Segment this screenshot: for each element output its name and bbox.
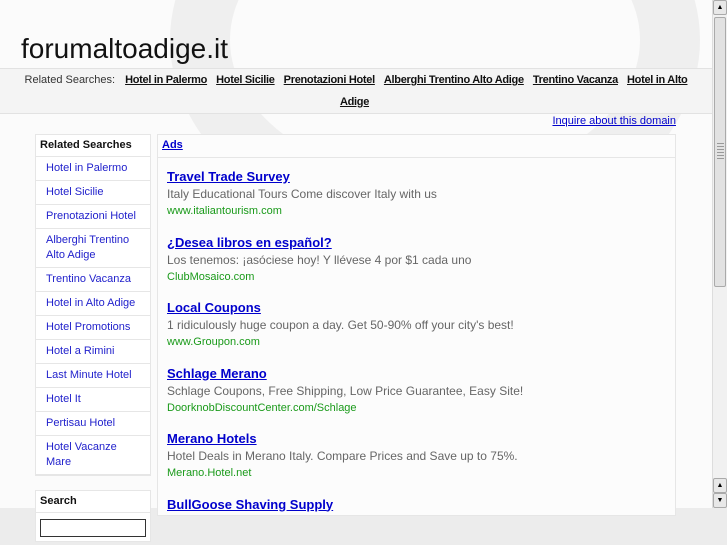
related-searches-bar: Related Searches: Hotel in Palermo Hotel… bbox=[0, 68, 712, 114]
ad-title[interactable]: Schlage Merano bbox=[167, 366, 666, 382]
scroll-up-arrow-icon[interactable]: ▲ bbox=[713, 478, 727, 493]
ad-title[interactable]: ¿Desea libros en español? bbox=[167, 235, 666, 251]
sidebar-item[interactable]: Hotel Sicilie bbox=[36, 181, 150, 205]
ad-item: BullGoose Shaving Supply bbox=[158, 497, 675, 513]
related-link[interactable]: Hotel in Palermo bbox=[125, 74, 207, 86]
search-title: Search bbox=[36, 491, 150, 513]
ad-url[interactable]: www.Groupon.com bbox=[167, 335, 666, 349]
sidebar-item[interactable]: Hotel a Rimini bbox=[36, 340, 150, 364]
ad-item: Local Coupons 1 ridiculously huge coupon … bbox=[158, 300, 675, 355]
scrollbar-thumb[interactable] bbox=[714, 17, 726, 287]
ad-item: Merano Hotels Hotel Deals in Merano Italy… bbox=[158, 431, 675, 486]
ad-item: Schlage Merano Schlage Coupons, Free Ship… bbox=[158, 366, 675, 421]
ad-title[interactable]: Local Coupons bbox=[167, 300, 666, 316]
ad-title[interactable]: Merano Hotels bbox=[167, 431, 666, 447]
scroll-up-arrow-icon[interactable]: ▲ bbox=[713, 0, 727, 15]
ad-url[interactable]: DoorknobDiscountCenter.com/Schlage bbox=[167, 401, 666, 415]
inquire-domain-link[interactable]: Inquire about this domain bbox=[552, 115, 676, 127]
related-link[interactable]: Prenotazioni Hotel bbox=[284, 74, 375, 86]
ad-url[interactable]: www.italiantourism.com bbox=[167, 204, 666, 218]
grip-icon bbox=[717, 143, 724, 159]
sidebar-item[interactable]: Pertisau Hotel bbox=[36, 412, 150, 436]
ad-description: Hotel Deals in Merano Italy. Compare Pri… bbox=[167, 449, 518, 463]
related-label: Related Searches: bbox=[24, 74, 116, 86]
ad-description: 1 ridiculously huge coupon a day. Get 50… bbox=[167, 318, 514, 332]
related-link[interactable]: Trentino Vacanza bbox=[533, 74, 618, 86]
sidebar-item[interactable]: Hotel It bbox=[36, 388, 150, 412]
ad-description: Schlage Coupons, Free Shipping, Low Pric… bbox=[167, 383, 524, 398]
ad-title[interactable]: BullGoose Shaving Supply bbox=[167, 497, 666, 513]
ad-item: Travel Trade Survey Italy Educational Tou… bbox=[158, 169, 675, 224]
related-link[interactable]: Alberghi Trentino Alto Adige bbox=[384, 74, 524, 86]
related-link[interactable]: Hotel Sicilie bbox=[216, 74, 275, 86]
sidebar-item[interactable]: Last Minute Hotel bbox=[36, 364, 150, 388]
ad-item: ¿Desea libros en español? Los tenemos: ¡a… bbox=[158, 235, 675, 290]
ads-header[interactable]: Ads bbox=[158, 135, 675, 158]
site-title: forumaltoadige.it bbox=[21, 33, 229, 64]
vertical-scrollbar[interactable]: ▲ ▲ ▼ bbox=[712, 0, 727, 508]
search-box: Search bbox=[35, 490, 151, 542]
ads-panel: Ads Travel Trade Survey Italy Educational… bbox=[157, 134, 676, 516]
sidebar-item[interactable]: Hotel in Alto Adige bbox=[36, 292, 150, 316]
ad-url[interactable]: Merano.Hotel.net bbox=[167, 466, 666, 480]
sidebar-item[interactable]: Hotel in Palermo bbox=[36, 157, 150, 181]
ad-title[interactable]: Travel Trade Survey bbox=[167, 169, 666, 185]
page: forumaltoadige.it Related Searches: Hote… bbox=[0, 0, 712, 542]
ad-description: Italy Educational Tours Come discover It… bbox=[167, 187, 437, 201]
sidebar-item[interactable]: Hotel Vacanze Mare bbox=[36, 436, 150, 475]
ad-description: Los tenemos: ¡asóciese hoy! Y llévese 4 … bbox=[167, 252, 472, 267]
ad-url[interactable]: ClubMosaico.com bbox=[167, 270, 666, 284]
sidebar-item[interactable]: Trentino Vacanza bbox=[36, 268, 150, 292]
sidebar-item[interactable]: Hotel Promotions bbox=[36, 316, 150, 340]
scroll-down-arrow-icon[interactable]: ▼ bbox=[713, 493, 727, 508]
sidebar-item[interactable]: Prenotazioni Hotel bbox=[36, 205, 150, 229]
sidebar-item[interactable]: Alberghi Trentino Alto Adige bbox=[36, 229, 150, 268]
search-input[interactable] bbox=[40, 519, 146, 537]
related-searches-box: Related Searches Hotel in Palermo Hotel … bbox=[35, 134, 151, 476]
sidebar: Related Searches Hotel in Palermo Hotel … bbox=[35, 134, 151, 542]
sidebar-title: Related Searches bbox=[36, 135, 150, 157]
